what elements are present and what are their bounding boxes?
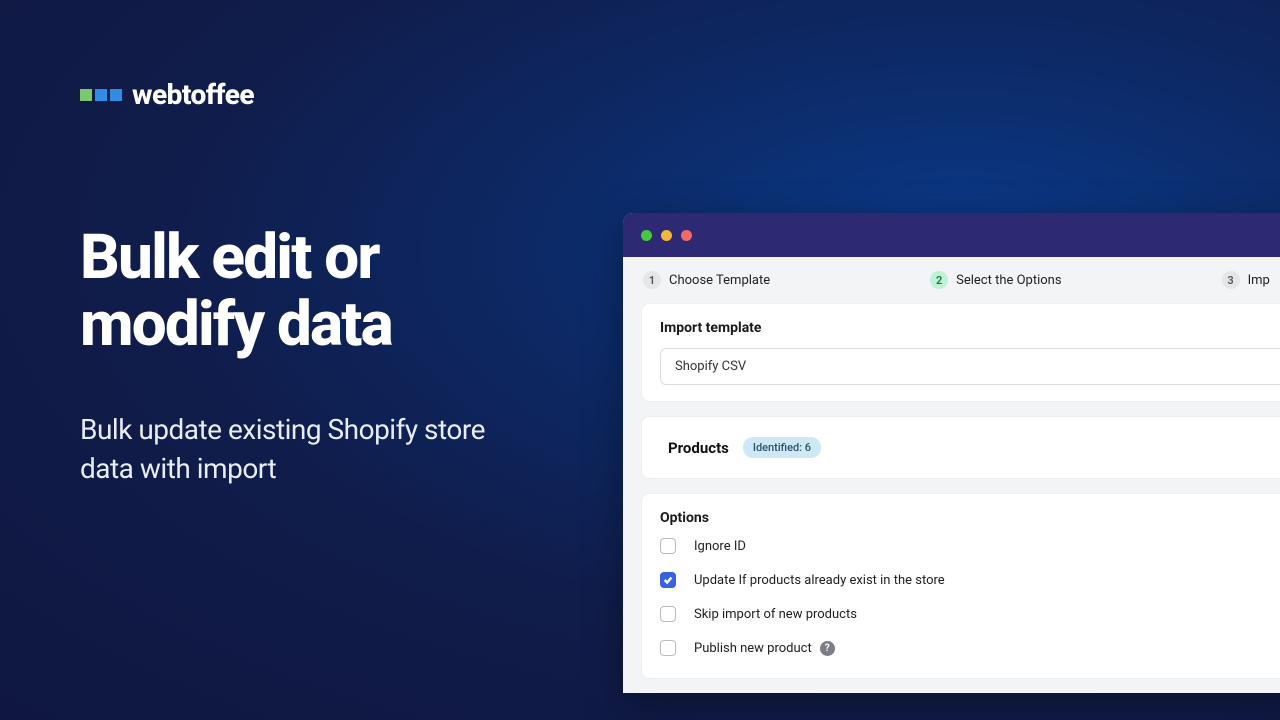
products-summary-card: Products Identified: 6 [641, 416, 1280, 479]
page-title: Bulk edit or modify data [80, 225, 550, 359]
select-value: Shopify CSV [675, 359, 746, 374]
brand-name: webtoffee [132, 78, 254, 111]
step-label: Select the Options [956, 273, 1061, 288]
options-list: Ignore ID Update If products already exi… [660, 538, 1280, 656]
option-publish-new: Publish new product ? [660, 640, 1280, 656]
card-title: Options [660, 510, 1280, 526]
wizard-steps: 1 Choose Template 2 Select the Options 3… [623, 257, 1280, 303]
options-card: Options Ignore ID Update If products alr… [641, 493, 1280, 679]
step-number-badge: 1 [643, 271, 661, 289]
card-title: Products [668, 439, 729, 457]
help-icon[interactable]: ? [820, 641, 835, 656]
step-number-badge: 2 [930, 271, 948, 289]
option-label: Publish new product ? [694, 641, 835, 656]
traffic-light-zoom-icon[interactable] [681, 230, 692, 241]
import-template-card: Import template Shopify CSV [641, 303, 1280, 402]
traffic-light-minimize-icon[interactable] [661, 230, 672, 241]
checkbox-ignore-id[interactable] [660, 538, 676, 554]
option-update-existing: Update If products already exist in the … [660, 572, 1280, 588]
card-title: Import template [660, 320, 1280, 336]
option-label: Ignore ID [694, 539, 746, 554]
logo-mark-icon [80, 89, 122, 101]
wizard-step-choose-template[interactable]: 1 Choose Template [643, 271, 770, 289]
app-window: 1 Choose Template 2 Select the Options 3… [623, 213, 1280, 693]
option-label: Update If products already exist in the … [694, 573, 945, 588]
wizard-step-import[interactable]: 3 Imp [1222, 271, 1270, 289]
step-number-badge: 3 [1222, 271, 1240, 289]
page-subtitle: Bulk update existing Shopify store data … [80, 410, 500, 488]
brand-logo: webtoffee [80, 78, 254, 111]
checkbox-publish-new[interactable] [660, 640, 676, 656]
option-label: Skip import of new products [694, 607, 857, 622]
window-titlebar [623, 213, 1280, 257]
step-label: Imp [1248, 273, 1270, 288]
option-ignore-id: Ignore ID [660, 538, 1280, 554]
wizard-step-select-options[interactable]: 2 Select the Options [930, 271, 1061, 289]
option-skip-new: Skip import of new products [660, 606, 1280, 622]
step-label: Choose Template [669, 273, 770, 288]
identified-count-badge: Identified: 6 [743, 437, 821, 458]
traffic-light-close-icon[interactable] [641, 230, 652, 241]
check-icon [663, 575, 673, 585]
import-template-select[interactable]: Shopify CSV [660, 348, 1280, 385]
checkbox-skip-new[interactable] [660, 606, 676, 622]
checkbox-update-existing[interactable] [660, 572, 676, 588]
